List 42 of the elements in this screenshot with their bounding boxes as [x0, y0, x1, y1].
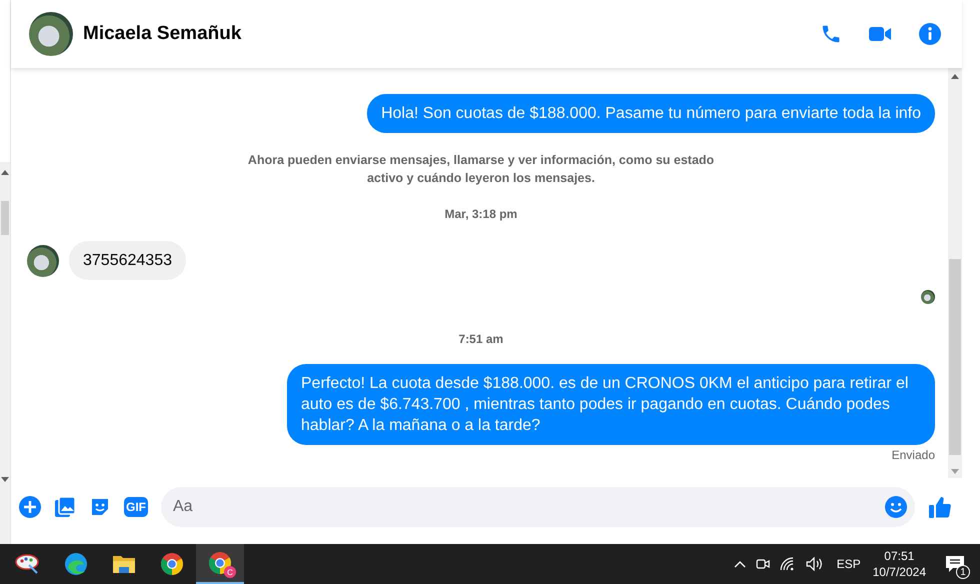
- profile-badge: C: [224, 566, 236, 578]
- sent-message: Hola! Son cuotas de $188.000. Pasame tu número para enviarte toda la info: [367, 94, 935, 133]
- emoji-icon[interactable]: [885, 496, 907, 518]
- sent-status: Enviado: [892, 448, 935, 462]
- scroll-up-icon[interactable]: [951, 74, 959, 79]
- folder-icon: [112, 553, 136, 575]
- avatar-photo: [27, 244, 59, 276]
- chat-scrollbar[interactable]: [948, 68, 962, 478]
- scroll-up-icon[interactable]: [1, 170, 9, 175]
- clock-date[interactable]: 10/7/2024: [872, 564, 926, 580]
- plus-icon[interactable]: [19, 496, 41, 518]
- avatar-photo[interactable]: [29, 12, 73, 56]
- gif-button[interactable]: GIF: [124, 497, 148, 517]
- chrome-icon: [160, 552, 184, 576]
- info-icon[interactable]: [918, 22, 942, 46]
- notification-count: 1: [956, 565, 970, 579]
- page-scrollbar[interactable]: [0, 162, 10, 544]
- system-notice: Ahora pueden enviarse mensajes, llamarse y ver información, como su estado activo y cuándo leyeron los mensajes.: [246, 152, 716, 187]
- contact-name[interactable]: Micaela Semañuk: [83, 23, 242, 45]
- sent-message: Perfecto! La cuota desde $188.000. es de un CRONOS 0KM el anticipo para retirar el auto es de $6.743.700 , mientras tanto podes ir pagando en cuotas. Cuándo podes hablar? A la mañana o a la tarde?: [287, 364, 935, 445]
- language-indicator[interactable]: ESP: [836, 557, 861, 571]
- scrollbar-thumb[interactable]: [949, 259, 961, 455]
- wifi-icon[interactable]: [780, 557, 796, 571]
- caret-up-icon[interactable]: [734, 560, 746, 568]
- clock-time[interactable]: 07:51: [884, 548, 914, 564]
- palette-icon: [15, 553, 41, 575]
- video-camera-icon[interactable]: [868, 24, 892, 44]
- sticker-icon[interactable]: [89, 496, 111, 518]
- thumbs-up-icon[interactable]: [928, 495, 952, 519]
- scroll-down-icon[interactable]: [1, 477, 9, 482]
- message-input[interactable]: Aa: [161, 487, 915, 527]
- timestamp: Mar, 3:18 pm: [444, 207, 518, 221]
- image-icon[interactable]: [54, 496, 76, 518]
- chrome-icon: [208, 551, 232, 575]
- scrollbar-thumb[interactable]: [1, 201, 9, 235]
- taskbar-app[interactable]: C: [196, 544, 244, 584]
- speaker-icon[interactable]: [806, 557, 824, 571]
- seen-avatar: [921, 290, 935, 304]
- phone-icon[interactable]: [820, 23, 842, 45]
- browser-icon: [64, 552, 88, 576]
- timestamp: 7:51 am: [458, 332, 504, 346]
- received-message: 3755624353: [69, 241, 186, 280]
